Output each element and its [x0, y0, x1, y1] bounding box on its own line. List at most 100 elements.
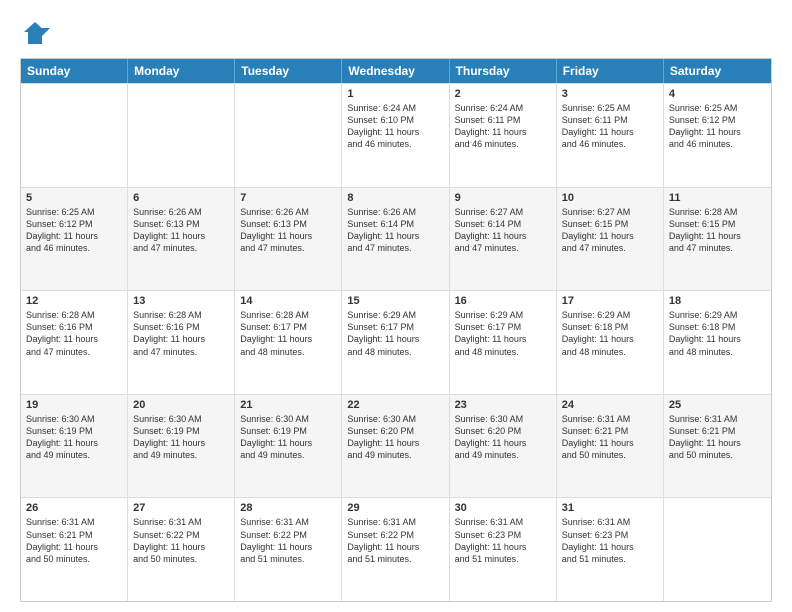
cell-line: Sunset: 6:14 PM	[455, 218, 551, 230]
cal-week-1: 1Sunrise: 6:24 AMSunset: 6:10 PMDaylight…	[21, 83, 771, 187]
cell-line: Sunrise: 6:30 AM	[347, 413, 443, 425]
cell-line: Sunset: 6:19 PM	[26, 425, 122, 437]
cell-line: Sunrise: 6:29 AM	[562, 309, 658, 321]
cal-cell: 14Sunrise: 6:28 AMSunset: 6:17 PMDayligh…	[235, 291, 342, 394]
cell-line: Sunset: 6:20 PM	[455, 425, 551, 437]
cal-cell: 19Sunrise: 6:30 AMSunset: 6:19 PMDayligh…	[21, 395, 128, 498]
day-number: 1	[347, 88, 443, 100]
cell-line: and 49 minutes.	[347, 449, 443, 461]
cal-cell	[235, 84, 342, 187]
cell-line: and 50 minutes.	[669, 449, 766, 461]
cell-line: Sunset: 6:11 PM	[455, 114, 551, 126]
cal-cell: 1Sunrise: 6:24 AMSunset: 6:10 PMDaylight…	[342, 84, 449, 187]
cell-line: Sunset: 6:19 PM	[133, 425, 229, 437]
cell-line: Sunrise: 6:25 AM	[669, 102, 766, 114]
cal-cell: 13Sunrise: 6:28 AMSunset: 6:16 PMDayligh…	[128, 291, 235, 394]
day-number: 23	[455, 399, 551, 411]
cell-line: and 51 minutes.	[240, 553, 336, 565]
cell-line: Sunset: 6:10 PM	[347, 114, 443, 126]
day-number: 21	[240, 399, 336, 411]
cell-line: Daylight: 11 hours	[669, 437, 766, 449]
cal-cell: 3Sunrise: 6:25 AMSunset: 6:11 PMDaylight…	[557, 84, 664, 187]
cell-line: Sunset: 6:12 PM	[669, 114, 766, 126]
cal-cell: 31Sunrise: 6:31 AMSunset: 6:23 PMDayligh…	[557, 498, 664, 601]
cal-header-sunday: Sunday	[21, 59, 128, 83]
cell-line: and 46 minutes.	[562, 138, 658, 150]
day-number: 4	[669, 88, 766, 100]
cal-header-wednesday: Wednesday	[342, 59, 449, 83]
day-number: 11	[669, 192, 766, 204]
cell-line: Sunset: 6:20 PM	[347, 425, 443, 437]
cal-cell	[664, 498, 771, 601]
cell-line: Sunset: 6:14 PM	[347, 218, 443, 230]
cell-line: Daylight: 11 hours	[26, 333, 122, 345]
cell-line: and 48 minutes.	[240, 346, 336, 358]
cell-line: Daylight: 11 hours	[240, 437, 336, 449]
cell-line: Sunrise: 6:27 AM	[562, 206, 658, 218]
cell-line: and 51 minutes.	[455, 553, 551, 565]
cell-line: Sunrise: 6:26 AM	[240, 206, 336, 218]
cal-cell: 25Sunrise: 6:31 AMSunset: 6:21 PMDayligh…	[664, 395, 771, 498]
day-number: 9	[455, 192, 551, 204]
day-number: 30	[455, 502, 551, 514]
day-number: 8	[347, 192, 443, 204]
cal-cell: 27Sunrise: 6:31 AMSunset: 6:22 PMDayligh…	[128, 498, 235, 601]
calendar-header-row: SundayMondayTuesdayWednesdayThursdayFrid…	[21, 59, 771, 83]
cell-line: Daylight: 11 hours	[455, 541, 551, 553]
cell-line: Daylight: 11 hours	[455, 126, 551, 138]
cell-line: Sunrise: 6:31 AM	[562, 413, 658, 425]
cell-line: and 49 minutes.	[133, 449, 229, 461]
cal-week-5: 26Sunrise: 6:31 AMSunset: 6:21 PMDayligh…	[21, 497, 771, 601]
cell-line: Sunrise: 6:31 AM	[240, 516, 336, 528]
day-number: 27	[133, 502, 229, 514]
cell-line: Sunrise: 6:28 AM	[26, 309, 122, 321]
cell-line: Sunset: 6:23 PM	[455, 529, 551, 541]
cell-line: and 50 minutes.	[562, 449, 658, 461]
cell-line: Daylight: 11 hours	[26, 437, 122, 449]
cal-cell: 17Sunrise: 6:29 AMSunset: 6:18 PMDayligh…	[557, 291, 664, 394]
day-number: 31	[562, 502, 658, 514]
cal-cell	[128, 84, 235, 187]
cell-line: Sunset: 6:11 PM	[562, 114, 658, 126]
cal-header-saturday: Saturday	[664, 59, 771, 83]
cell-line: Sunset: 6:18 PM	[562, 321, 658, 333]
cal-cell: 16Sunrise: 6:29 AMSunset: 6:17 PMDayligh…	[450, 291, 557, 394]
cell-line: and 47 minutes.	[133, 242, 229, 254]
cell-line: Sunset: 6:17 PM	[455, 321, 551, 333]
cell-line: Sunrise: 6:29 AM	[669, 309, 766, 321]
cell-line: Sunrise: 6:31 AM	[669, 413, 766, 425]
day-number: 16	[455, 295, 551, 307]
cell-line: Sunrise: 6:29 AM	[455, 309, 551, 321]
cell-line: Daylight: 11 hours	[240, 230, 336, 242]
cal-header-friday: Friday	[557, 59, 664, 83]
cal-cell: 11Sunrise: 6:28 AMSunset: 6:15 PMDayligh…	[664, 188, 771, 291]
day-number: 22	[347, 399, 443, 411]
cell-line: Sunrise: 6:25 AM	[562, 102, 658, 114]
cal-cell: 18Sunrise: 6:29 AMSunset: 6:18 PMDayligh…	[664, 291, 771, 394]
cell-line: Daylight: 11 hours	[240, 541, 336, 553]
cell-line: Daylight: 11 hours	[455, 230, 551, 242]
cell-line: Sunrise: 6:28 AM	[133, 309, 229, 321]
day-number: 19	[26, 399, 122, 411]
cell-line: Sunrise: 6:31 AM	[26, 516, 122, 528]
cell-line: Daylight: 11 hours	[562, 437, 658, 449]
day-number: 7	[240, 192, 336, 204]
cell-line: Sunrise: 6:31 AM	[347, 516, 443, 528]
cal-cell: 7Sunrise: 6:26 AMSunset: 6:13 PMDaylight…	[235, 188, 342, 291]
cal-cell: 22Sunrise: 6:30 AMSunset: 6:20 PMDayligh…	[342, 395, 449, 498]
cell-line: Daylight: 11 hours	[347, 230, 443, 242]
cell-line: Sunrise: 6:28 AM	[669, 206, 766, 218]
cell-line: Daylight: 11 hours	[669, 333, 766, 345]
cal-cell: 5Sunrise: 6:25 AMSunset: 6:12 PMDaylight…	[21, 188, 128, 291]
cell-line: and 50 minutes.	[133, 553, 229, 565]
cell-line: Daylight: 11 hours	[562, 541, 658, 553]
header	[20, 18, 772, 48]
cell-line: and 49 minutes.	[240, 449, 336, 461]
cell-line: and 46 minutes.	[455, 138, 551, 150]
cal-cell: 2Sunrise: 6:24 AMSunset: 6:11 PMDaylight…	[450, 84, 557, 187]
day-number: 15	[347, 295, 443, 307]
cell-line: and 47 minutes.	[562, 242, 658, 254]
cell-line: Sunrise: 6:31 AM	[562, 516, 658, 528]
cell-line: Daylight: 11 hours	[669, 126, 766, 138]
cell-line: Sunrise: 6:29 AM	[347, 309, 443, 321]
